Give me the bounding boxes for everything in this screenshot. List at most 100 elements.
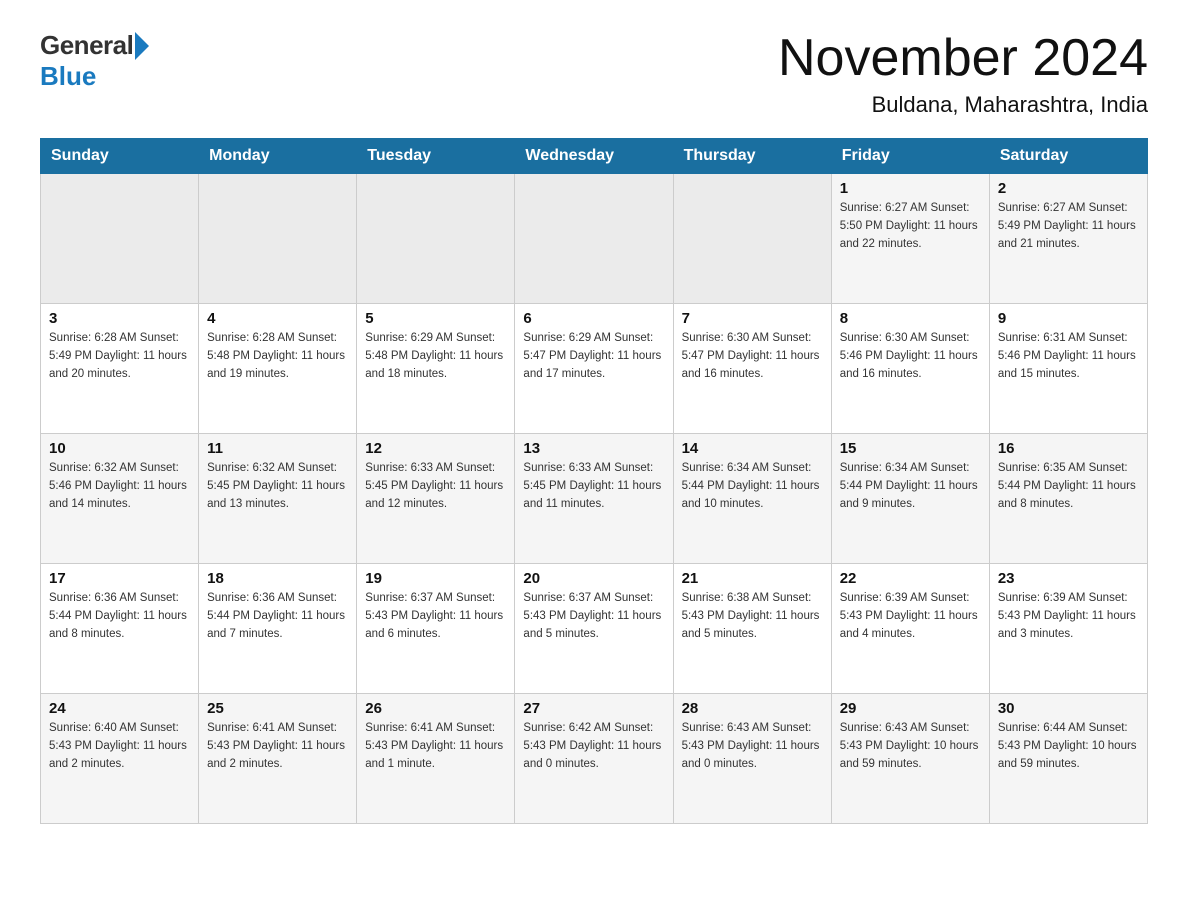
day-number: 27 <box>523 700 664 717</box>
calendar-day-cell: 23 Sunrise: 6:39 AM Sunset: 5:43 PM Dayli… <box>989 564 1147 694</box>
calendar-day-cell: 11 Sunrise: 6:32 AM Sunset: 5:45 PM Dayli… <box>199 434 357 564</box>
day-number: 8 <box>840 310 981 327</box>
day-number: 17 <box>49 570 190 587</box>
day-info: Sunrise: 6:41 AM Sunset: 5:43 PM Dayligh… <box>207 720 348 773</box>
calendar-day-cell: 14Sunrise: 6:34 AM Sunset: 5:44 PM Dayli… <box>673 434 831 564</box>
calendar-day-cell: 15 Sunrise: 6:34 AM Sunset: 5:44 PM Dayli… <box>831 434 989 564</box>
day-of-week-header: Friday <box>831 139 989 174</box>
day-of-week-header: Sunday <box>41 139 199 174</box>
calendar-day-cell: 6 Sunrise: 6:29 AM Sunset: 5:47 PM Daylig… <box>515 304 673 434</box>
day-number: 12 <box>365 440 506 457</box>
calendar-day-cell: 12Sunrise: 6:33 AM Sunset: 5:45 PM Dayli… <box>357 434 515 564</box>
day-number: 3 <box>49 310 190 327</box>
title-area: November 2024 Buldana, Maharashtra, Indi… <box>778 30 1148 118</box>
day-of-week-header: Monday <box>199 139 357 174</box>
day-info: Sunrise: 6:39 AM Sunset: 5:43 PM Dayligh… <box>840 590 981 643</box>
calendar-day-cell <box>673 174 831 304</box>
day-number: 4 <box>207 310 348 327</box>
day-number: 5 <box>365 310 506 327</box>
day-number: 22 <box>840 570 981 587</box>
day-number: 9 <box>998 310 1139 327</box>
day-number: 23 <box>998 570 1139 587</box>
day-number: 15 <box>840 440 981 457</box>
calendar-day-cell <box>199 174 357 304</box>
day-number: 30 <box>998 700 1139 717</box>
day-info: Sunrise: 6:27 AM Sunset: 5:50 PM Dayligh… <box>840 200 981 253</box>
calendar-week-row: 10Sunrise: 6:32 AM Sunset: 5:46 PM Dayli… <box>41 434 1148 564</box>
day-number: 28 <box>682 700 823 717</box>
calendar-day-cell: 5 Sunrise: 6:29 AM Sunset: 5:48 PM Daylig… <box>357 304 515 434</box>
calendar-day-cell: 7 Sunrise: 6:30 AM Sunset: 5:47 PM Daylig… <box>673 304 831 434</box>
day-of-week-header: Wednesday <box>515 139 673 174</box>
calendar-day-cell: 18 Sunrise: 6:36 AM Sunset: 5:44 PM Dayli… <box>199 564 357 694</box>
day-number: 25 <box>207 700 348 717</box>
day-info: Sunrise: 6:36 AM Sunset: 5:44 PM Dayligh… <box>49 590 190 643</box>
calendar-header-row: SundayMondayTuesdayWednesdayThursdayFrid… <box>41 139 1148 174</box>
calendar-day-cell: 16Sunrise: 6:35 AM Sunset: 5:44 PM Dayli… <box>989 434 1147 564</box>
day-number: 18 <box>207 570 348 587</box>
day-info: Sunrise: 6:39 AM Sunset: 5:43 PM Dayligh… <box>998 590 1139 643</box>
calendar-day-cell: 29Sunrise: 6:43 AM Sunset: 5:43 PM Dayli… <box>831 694 989 824</box>
day-number: 14 <box>682 440 823 457</box>
calendar-day-cell: 28 Sunrise: 6:43 AM Sunset: 5:43 PM Dayli… <box>673 694 831 824</box>
day-info: Sunrise: 6:30 AM Sunset: 5:47 PM Dayligh… <box>682 330 823 383</box>
calendar-day-cell: 1Sunrise: 6:27 AM Sunset: 5:50 PM Daylig… <box>831 174 989 304</box>
calendar-day-cell: 9 Sunrise: 6:31 AM Sunset: 5:46 PM Daylig… <box>989 304 1147 434</box>
calendar-day-cell: 30Sunrise: 6:44 AM Sunset: 5:43 PM Dayli… <box>989 694 1147 824</box>
day-number: 6 <box>523 310 664 327</box>
logo: General Blue <box>40 30 149 92</box>
page-header: General Blue November 2024 Buldana, Maha… <box>40 30 1148 118</box>
day-info: Sunrise: 6:27 AM Sunset: 5:49 PM Dayligh… <box>998 200 1139 253</box>
day-number: 16 <box>998 440 1139 457</box>
logo-triangle-icon <box>135 32 149 60</box>
day-info: Sunrise: 6:30 AM Sunset: 5:46 PM Dayligh… <box>840 330 981 383</box>
calendar-day-cell: 21Sunrise: 6:38 AM Sunset: 5:43 PM Dayli… <box>673 564 831 694</box>
day-number: 7 <box>682 310 823 327</box>
day-of-week-header: Thursday <box>673 139 831 174</box>
location-title: Buldana, Maharashtra, India <box>778 92 1148 118</box>
day-info: Sunrise: 6:37 AM Sunset: 5:43 PM Dayligh… <box>365 590 506 643</box>
calendar-week-row: 17 Sunrise: 6:36 AM Sunset: 5:44 PM Dayli… <box>41 564 1148 694</box>
calendar-day-cell: 13 Sunrise: 6:33 AM Sunset: 5:45 PM Dayli… <box>515 434 673 564</box>
month-title: November 2024 <box>778 30 1148 87</box>
day-number: 11 <box>207 440 348 457</box>
day-of-week-header: Saturday <box>989 139 1147 174</box>
day-number: 21 <box>682 570 823 587</box>
calendar-day-cell: 22 Sunrise: 6:39 AM Sunset: 5:43 PM Dayli… <box>831 564 989 694</box>
day-number: 10 <box>49 440 190 457</box>
day-info: Sunrise: 6:36 AM Sunset: 5:44 PM Dayligh… <box>207 590 348 643</box>
day-info: Sunrise: 6:33 AM Sunset: 5:45 PM Dayligh… <box>523 460 664 513</box>
day-info: Sunrise: 6:28 AM Sunset: 5:48 PM Dayligh… <box>207 330 348 383</box>
day-of-week-header: Tuesday <box>357 139 515 174</box>
day-info: Sunrise: 6:43 AM Sunset: 5:43 PM Dayligh… <box>682 720 823 773</box>
calendar-day-cell: 17 Sunrise: 6:36 AM Sunset: 5:44 PM Dayli… <box>41 564 199 694</box>
calendar-day-cell: 25 Sunrise: 6:41 AM Sunset: 5:43 PM Dayli… <box>199 694 357 824</box>
day-info: Sunrise: 6:32 AM Sunset: 5:45 PM Dayligh… <box>207 460 348 513</box>
day-number: 29 <box>840 700 981 717</box>
calendar-week-row: 3 Sunrise: 6:28 AM Sunset: 5:49 PM Daylig… <box>41 304 1148 434</box>
calendar-day-cell: 19 Sunrise: 6:37 AM Sunset: 5:43 PM Dayli… <box>357 564 515 694</box>
calendar-day-cell: 27 Sunrise: 6:42 AM Sunset: 5:43 PM Dayli… <box>515 694 673 824</box>
calendar-day-cell: 2Sunrise: 6:27 AM Sunset: 5:49 PM Daylig… <box>989 174 1147 304</box>
calendar-day-cell: 24Sunrise: 6:40 AM Sunset: 5:43 PM Dayli… <box>41 694 199 824</box>
calendar-day-cell <box>515 174 673 304</box>
day-info: Sunrise: 6:41 AM Sunset: 5:43 PM Dayligh… <box>365 720 506 773</box>
day-info: Sunrise: 6:29 AM Sunset: 5:48 PM Dayligh… <box>365 330 506 383</box>
day-number: 19 <box>365 570 506 587</box>
day-number: 20 <box>523 570 664 587</box>
calendar-day-cell: 8 Sunrise: 6:30 AM Sunset: 5:46 PM Daylig… <box>831 304 989 434</box>
day-info: Sunrise: 6:40 AM Sunset: 5:43 PM Dayligh… <box>49 720 190 773</box>
calendar-week-row: 1Sunrise: 6:27 AM Sunset: 5:50 PM Daylig… <box>41 174 1148 304</box>
calendar-day-cell <box>41 174 199 304</box>
logo-blue-text: Blue <box>40 61 96 92</box>
calendar-day-cell: 26Sunrise: 6:41 AM Sunset: 5:43 PM Dayli… <box>357 694 515 824</box>
calendar-day-cell: 20Sunrise: 6:37 AM Sunset: 5:43 PM Dayli… <box>515 564 673 694</box>
day-info: Sunrise: 6:31 AM Sunset: 5:46 PM Dayligh… <box>998 330 1139 383</box>
day-number: 13 <box>523 440 664 457</box>
day-info: Sunrise: 6:42 AM Sunset: 5:43 PM Dayligh… <box>523 720 664 773</box>
calendar-day-cell <box>357 174 515 304</box>
day-info: Sunrise: 6:34 AM Sunset: 5:44 PM Dayligh… <box>840 460 981 513</box>
day-info: Sunrise: 6:28 AM Sunset: 5:49 PM Dayligh… <box>49 330 190 383</box>
calendar-day-cell: 10Sunrise: 6:32 AM Sunset: 5:46 PM Dayli… <box>41 434 199 564</box>
day-info: Sunrise: 6:29 AM Sunset: 5:47 PM Dayligh… <box>523 330 664 383</box>
